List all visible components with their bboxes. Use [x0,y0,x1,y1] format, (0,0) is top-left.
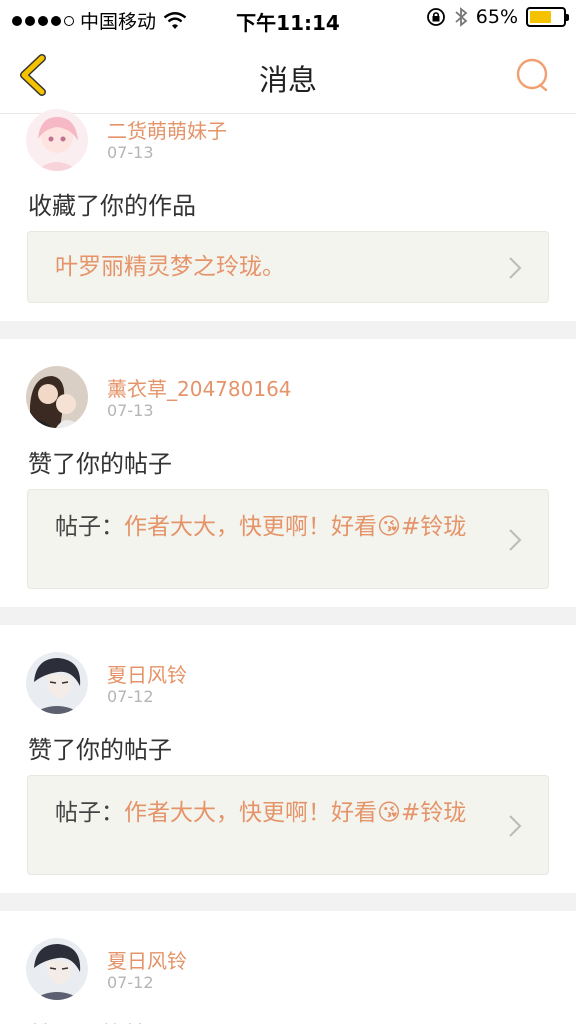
battery-percent: 65% [475,6,518,28]
section-divider [0,321,576,339]
ref-prefix: 帖子： [55,514,124,540]
referenced-item[interactable]: 帖子：作者大大，快更啊！好看😘#铃珑 [27,489,549,589]
sender-name[interactable]: 薰衣草_204780164 [107,373,292,402]
message-date: 07-12 [107,973,154,992]
page-title: 消息 [258,63,317,97]
battery-icon [526,7,569,27]
list-item[interactable]: 薰衣草_204780164 07-13 赞了你的帖子 帖子：作者大大，快更啊！好… [0,339,576,607]
message-action: 收藏了你的作品 [28,192,196,220]
chevron-right-icon [509,257,522,279]
avatar[interactable] [26,652,88,714]
message-action: 赞了你的帖子 [28,1016,172,1024]
list-item[interactable]: 二货萌萌妹子 07-13 收藏了你的作品 叶罗丽精灵梦之玲珑。 [0,109,576,321]
referenced-item-text: 叶罗丽精灵梦之玲珑。 [55,252,488,282]
message-action: 赞了你的帖子 [28,736,172,764]
nav-bar: 消息 [0,38,576,114]
referenced-item-text: 帖子：作者大大，快更啊！好看😘#铃珑 [55,512,488,542]
ref-title: 作者大大，快更啊！好看😘#铃珑 [124,800,467,826]
ref-title: 作者大大，快更啊！好看😘#铃珑 [124,514,467,540]
referenced-item[interactable]: 叶罗丽精灵梦之玲珑。 [27,231,549,303]
avatar[interactable] [26,366,88,428]
rotation-lock-icon [426,8,445,26]
search-icon[interactable] [514,56,552,94]
section-divider [0,893,576,911]
message-date: 07-13 [107,401,154,420]
sender-name[interactable]: 夏日风铃 [107,659,187,688]
referenced-item-text: 帖子：作者大大，快更啊！好看😘#铃珑 [55,798,488,828]
chevron-right-icon [509,815,522,837]
sender-name[interactable]: 二货萌萌妹子 [107,115,227,144]
status-right: 65% [426,6,569,28]
message-action: 赞了你的帖子 [28,450,172,478]
avatar[interactable] [26,109,88,171]
chevron-right-icon [509,529,522,551]
status-bar: 中国移动 下午11:14 65% [0,0,576,38]
section-divider [0,607,576,625]
bluetooth-icon [455,7,468,27]
sender-name[interactable]: 夏日风铃 [107,945,187,974]
list-item[interactable]: 夏日风铃 07-12 赞了你的帖子 [0,911,576,1024]
ref-prefix: 帖子： [55,800,124,826]
referenced-item[interactable]: 帖子：作者大大，快更啊！好看😘#铃珑 [27,775,549,875]
avatar[interactable] [26,938,88,1000]
list-item[interactable]: 夏日风铃 07-12 赞了你的帖子 帖子：作者大大，快更啊！好看😘#铃珑 [0,625,576,893]
message-date: 07-13 [107,143,154,162]
ref-title: 叶罗丽精灵梦之玲珑。 [55,254,285,280]
message-date: 07-12 [107,687,154,706]
